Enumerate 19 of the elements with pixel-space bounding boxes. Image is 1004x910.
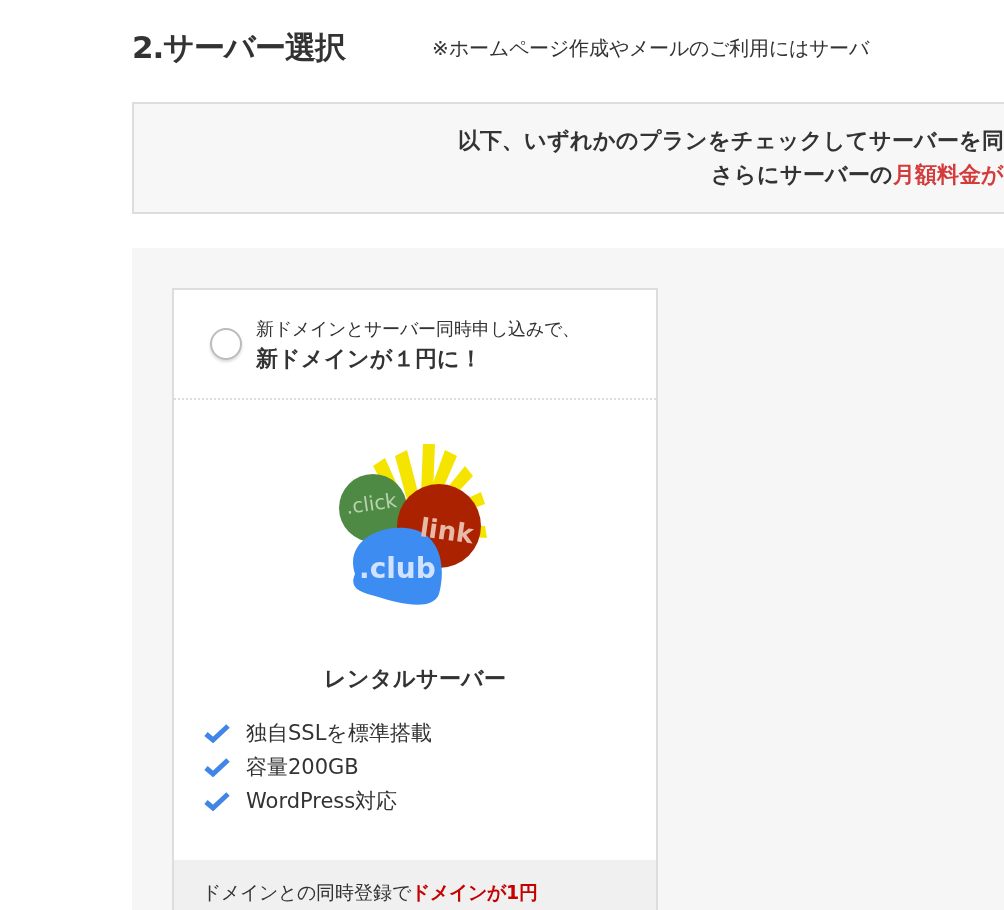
feature-text: WordPress対応 [246,788,398,815]
notice-text: 以下、いずれかのプランをチェックしてサーバーを同 [458,127,1004,155]
notice-text: さらにサーバーの [711,161,893,189]
price-highlight: 月額料金が [893,161,1004,189]
price-highlight: ドメインが1円 [411,881,539,903]
feature-text: 容量200GB [246,754,359,781]
check-icon [204,757,230,777]
section-title: 2.サーバー選択 [132,28,347,67]
plan-radio[interactable] [210,328,242,360]
check-icon [204,791,230,811]
plan-card[interactable]: 新ドメインとサーバー同時申し込みで、 新ドメインが１円に！ .click link .club レンタルサーバー 独自SSLを標準搭載 容量200GB WordPress対応 ドメインとの同時登録で ドメインが1円 [172,288,658,910]
footer-text: ドメインとの同時登録で [202,881,411,903]
domain-logo-drawing: .click link .club [335,444,495,606]
plan-name: レンタルサーバー [323,665,507,693]
feature-text: 独自SSLを標準搭載 [246,720,433,747]
check-icon [204,723,230,743]
offer-text: 新ドメインとサーバー同時申し込みで、 [256,317,580,341]
section-note: ※ホームページ作成やメールのご利用にはサーバ [432,34,869,62]
offer-headline: 新ドメインが１円に！ [256,345,483,373]
